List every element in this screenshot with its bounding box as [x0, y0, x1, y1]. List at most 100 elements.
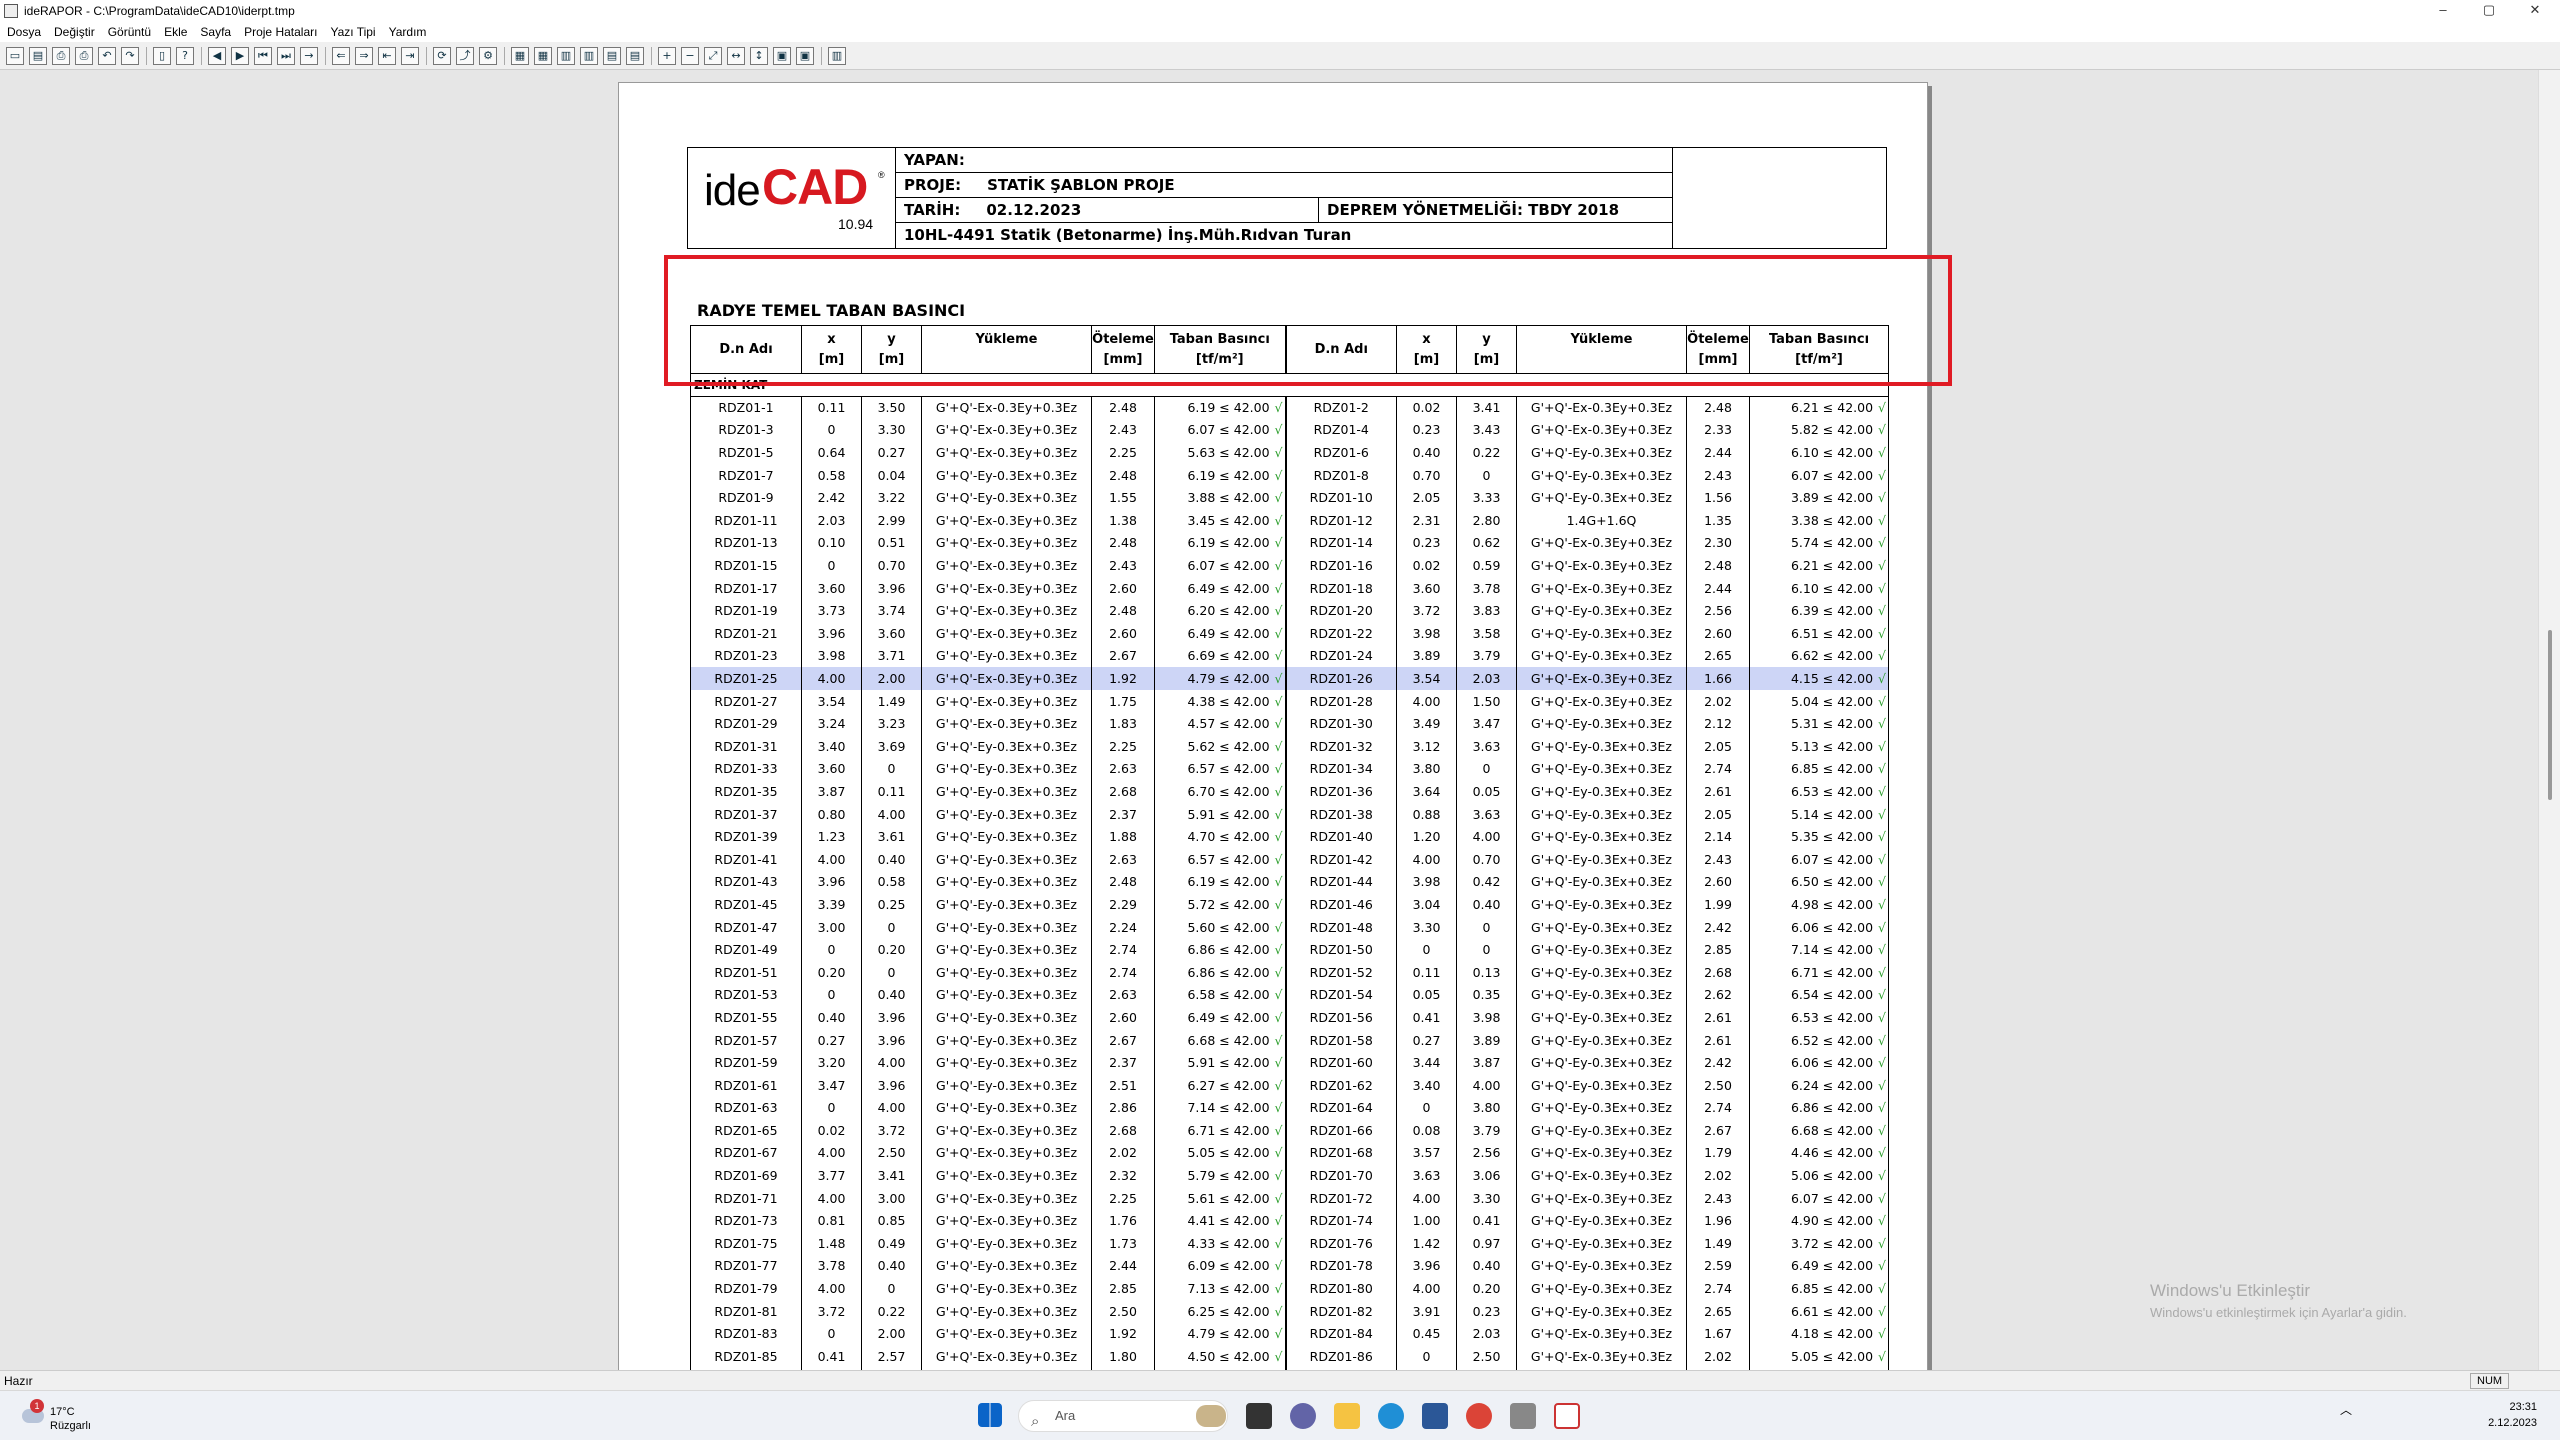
layout2-icon[interactable]: ▦ — [534, 46, 552, 65]
table-body: ZEMİN KAT RDZ01-1 0.11 3.50 G'+Q'-Ex-0.3Ey+… — [690, 373, 1889, 1370]
arrow-left-icon[interactable]: ⇐ — [332, 46, 350, 65]
maximize-button[interactable]: ▢ — [2466, 0, 2512, 22]
vertical-scrollbar[interactable] — [2538, 70, 2560, 1370]
layout6-icon[interactable]: ▤ — [626, 46, 644, 65]
pressure-value: 5.13 ≤ 42.00 — [1790, 738, 1874, 754]
report-header: ide CAD ® 10.94 YAPAN: PROJE: STATİK ŞABL… — [687, 147, 1887, 249]
pressure-value: 6.86 ≤ 42.00 — [1187, 964, 1270, 980]
table-cell: 3.54 — [1396, 667, 1457, 690]
edge-icon[interactable] — [1378, 1403, 1404, 1429]
table-cell: 2.60 — [1091, 622, 1155, 645]
fit2-icon[interactable]: ▣ — [796, 46, 814, 65]
check-icon: √ — [1878, 1122, 1886, 1138]
table-cell: 3.06 — [1456, 1164, 1517, 1187]
export-icon[interactable]: ⤴ — [456, 46, 474, 65]
table-cell: 0.05 — [1396, 983, 1457, 1007]
table-cell: 5.13 ≤ 42.00 √ — [1749, 735, 1889, 758]
print-preview-icon[interactable]: ⎙ — [52, 46, 70, 65]
table-cell: 3.24 — [801, 712, 862, 735]
teams-chat-icon[interactable] — [1290, 1403, 1316, 1429]
arrow-right-icon[interactable]: ⇒ — [355, 46, 373, 65]
move-first-icon[interactable]: ⇤ — [378, 46, 396, 65]
scrollbar-thumb[interactable] — [2548, 630, 2552, 800]
help-icon[interactable]: ? — [176, 46, 194, 65]
first-icon[interactable]: ⏮ — [254, 46, 272, 65]
clock[interactable]: 23:31 2.12.2023 — [2465, 1399, 2537, 1431]
page-icon[interactable]: ▯ — [153, 46, 171, 65]
pressure-value: 5.60 ≤ 42.00 — [1187, 919, 1270, 935]
table-cell: G'+Q'-Ex-0.3Ey+0.3Ez — [1516, 1186, 1687, 1210]
menu-proje-hatalari[interactable]: Proje Hataları — [244, 25, 317, 39]
menu-degistir[interactable]: Değiştir — [54, 25, 95, 39]
refresh-icon[interactable]: ⟳ — [433, 46, 451, 65]
table-cell: G'+Q'-Ey-0.3Ex+0.3Ez — [921, 1096, 1092, 1120]
check-icon: √ — [1274, 738, 1283, 754]
zoom-in-icon[interactable]: + — [658, 46, 676, 65]
zoom-out-icon[interactable]: − — [681, 46, 699, 65]
table-cell: RDZ01-21 — [690, 622, 802, 645]
pressure-value: 6.19 ≤ 42.00 — [1187, 400, 1270, 416]
table-cell: RDZ01-8 — [1284, 463, 1397, 487]
layout4-icon[interactable]: ▥ — [580, 46, 598, 65]
layout3-icon[interactable]: ▥ — [557, 46, 575, 65]
table-cell: 3.41 — [1456, 396, 1517, 419]
table-cell: RDZ01-37 — [690, 802, 802, 826]
task-view-icon[interactable] — [1246, 1403, 1272, 1429]
chrome-icon[interactable] — [1466, 1403, 1492, 1429]
file-explorer-icon[interactable] — [1334, 1403, 1360, 1429]
zoom-width-icon[interactable]: ↔ — [727, 46, 745, 65]
table-cell: 3.39 — [801, 893, 862, 916]
table-cell: RDZ01-75 — [690, 1232, 802, 1255]
table-cell: 1.20 — [1396, 825, 1457, 848]
layout5-icon[interactable]: ▤ — [603, 46, 621, 65]
table-cell: 4.00 — [1396, 1186, 1457, 1210]
table-cell: RDZ01-52 — [1284, 960, 1397, 984]
move-last-icon[interactable]: ⇥ — [401, 46, 419, 65]
redo-icon[interactable]: ↷ — [121, 46, 139, 65]
check-icon: √ — [1274, 761, 1283, 777]
table-cell: RDZ01-30 — [1284, 712, 1397, 735]
table-cell: RDZ01-9 — [690, 486, 802, 510]
undo-icon[interactable]: ↶ — [98, 46, 116, 65]
prev-icon[interactable]: ◀ — [208, 46, 226, 65]
open-icon[interactable]: ▭ — [6, 46, 24, 65]
check-icon: √ — [1274, 1168, 1283, 1184]
zoom-fit-icon[interactable]: ⤢ — [704, 46, 722, 65]
table-cell: RDZ01-71 — [690, 1186, 802, 1210]
table-cell: 3.98 — [1396, 622, 1457, 645]
col-header-x: x [m] — [801, 325, 862, 374]
fit1-icon[interactable]: ▣ — [773, 46, 791, 65]
zoom-page-icon[interactable]: ↕ — [750, 46, 768, 65]
iderapor-taskbar-icon[interactable] — [1554, 1403, 1580, 1429]
menu-sayfa[interactable]: Sayfa — [200, 25, 231, 39]
goto-icon[interactable]: → — [300, 46, 318, 65]
table-cell: 2.61 — [1686, 1028, 1750, 1052]
print-icon[interactable]: ⎙ — [75, 46, 93, 65]
table-cell: 0.81 — [801, 1209, 862, 1233]
system-tray[interactable]: ︿ — [2340, 1401, 2352, 1418]
menu-dosya[interactable]: Dosya — [7, 25, 41, 39]
menu-ekle[interactable]: Ekle — [164, 25, 187, 39]
menu-yazi-tipi[interactable]: Yazı Tipi — [330, 25, 375, 39]
table-cell: RDZ01-70 — [1284, 1164, 1397, 1187]
next-icon[interactable]: ▶ — [231, 46, 249, 65]
check-icon: √ — [1274, 1213, 1283, 1229]
toolbar-separator — [325, 46, 326, 65]
menu-goruntu[interactable]: Görüntü — [108, 25, 151, 39]
close-button[interactable]: ✕ — [2512, 0, 2558, 22]
layout1-icon[interactable]: ▦ — [511, 46, 529, 65]
table-cell: RDZ01-25 — [690, 667, 802, 690]
table-cell: G'+Q'-Ey-0.3Ex+0.3Ez — [1516, 757, 1687, 781]
settings-icon[interactable]: ⚙ — [479, 46, 497, 65]
chevron-up-icon[interactable]: ︿ — [2340, 1403, 2352, 1417]
save-icon[interactable]: ▤ — [29, 46, 47, 65]
store-icon[interactable] — [1422, 1403, 1448, 1429]
minimize-button[interactable]: – — [2420, 0, 2466, 22]
columns-icon[interactable]: ▥ — [828, 46, 846, 65]
check-icon: √ — [1878, 1348, 1886, 1364]
last-icon[interactable]: ⏭ — [277, 46, 295, 65]
check-icon: √ — [1878, 716, 1886, 732]
menu-yardim[interactable]: Yardım — [389, 25, 427, 39]
idecad-taskbar-icon[interactable] — [1510, 1403, 1536, 1429]
windows-start-icon[interactable] — [978, 1403, 1002, 1427]
